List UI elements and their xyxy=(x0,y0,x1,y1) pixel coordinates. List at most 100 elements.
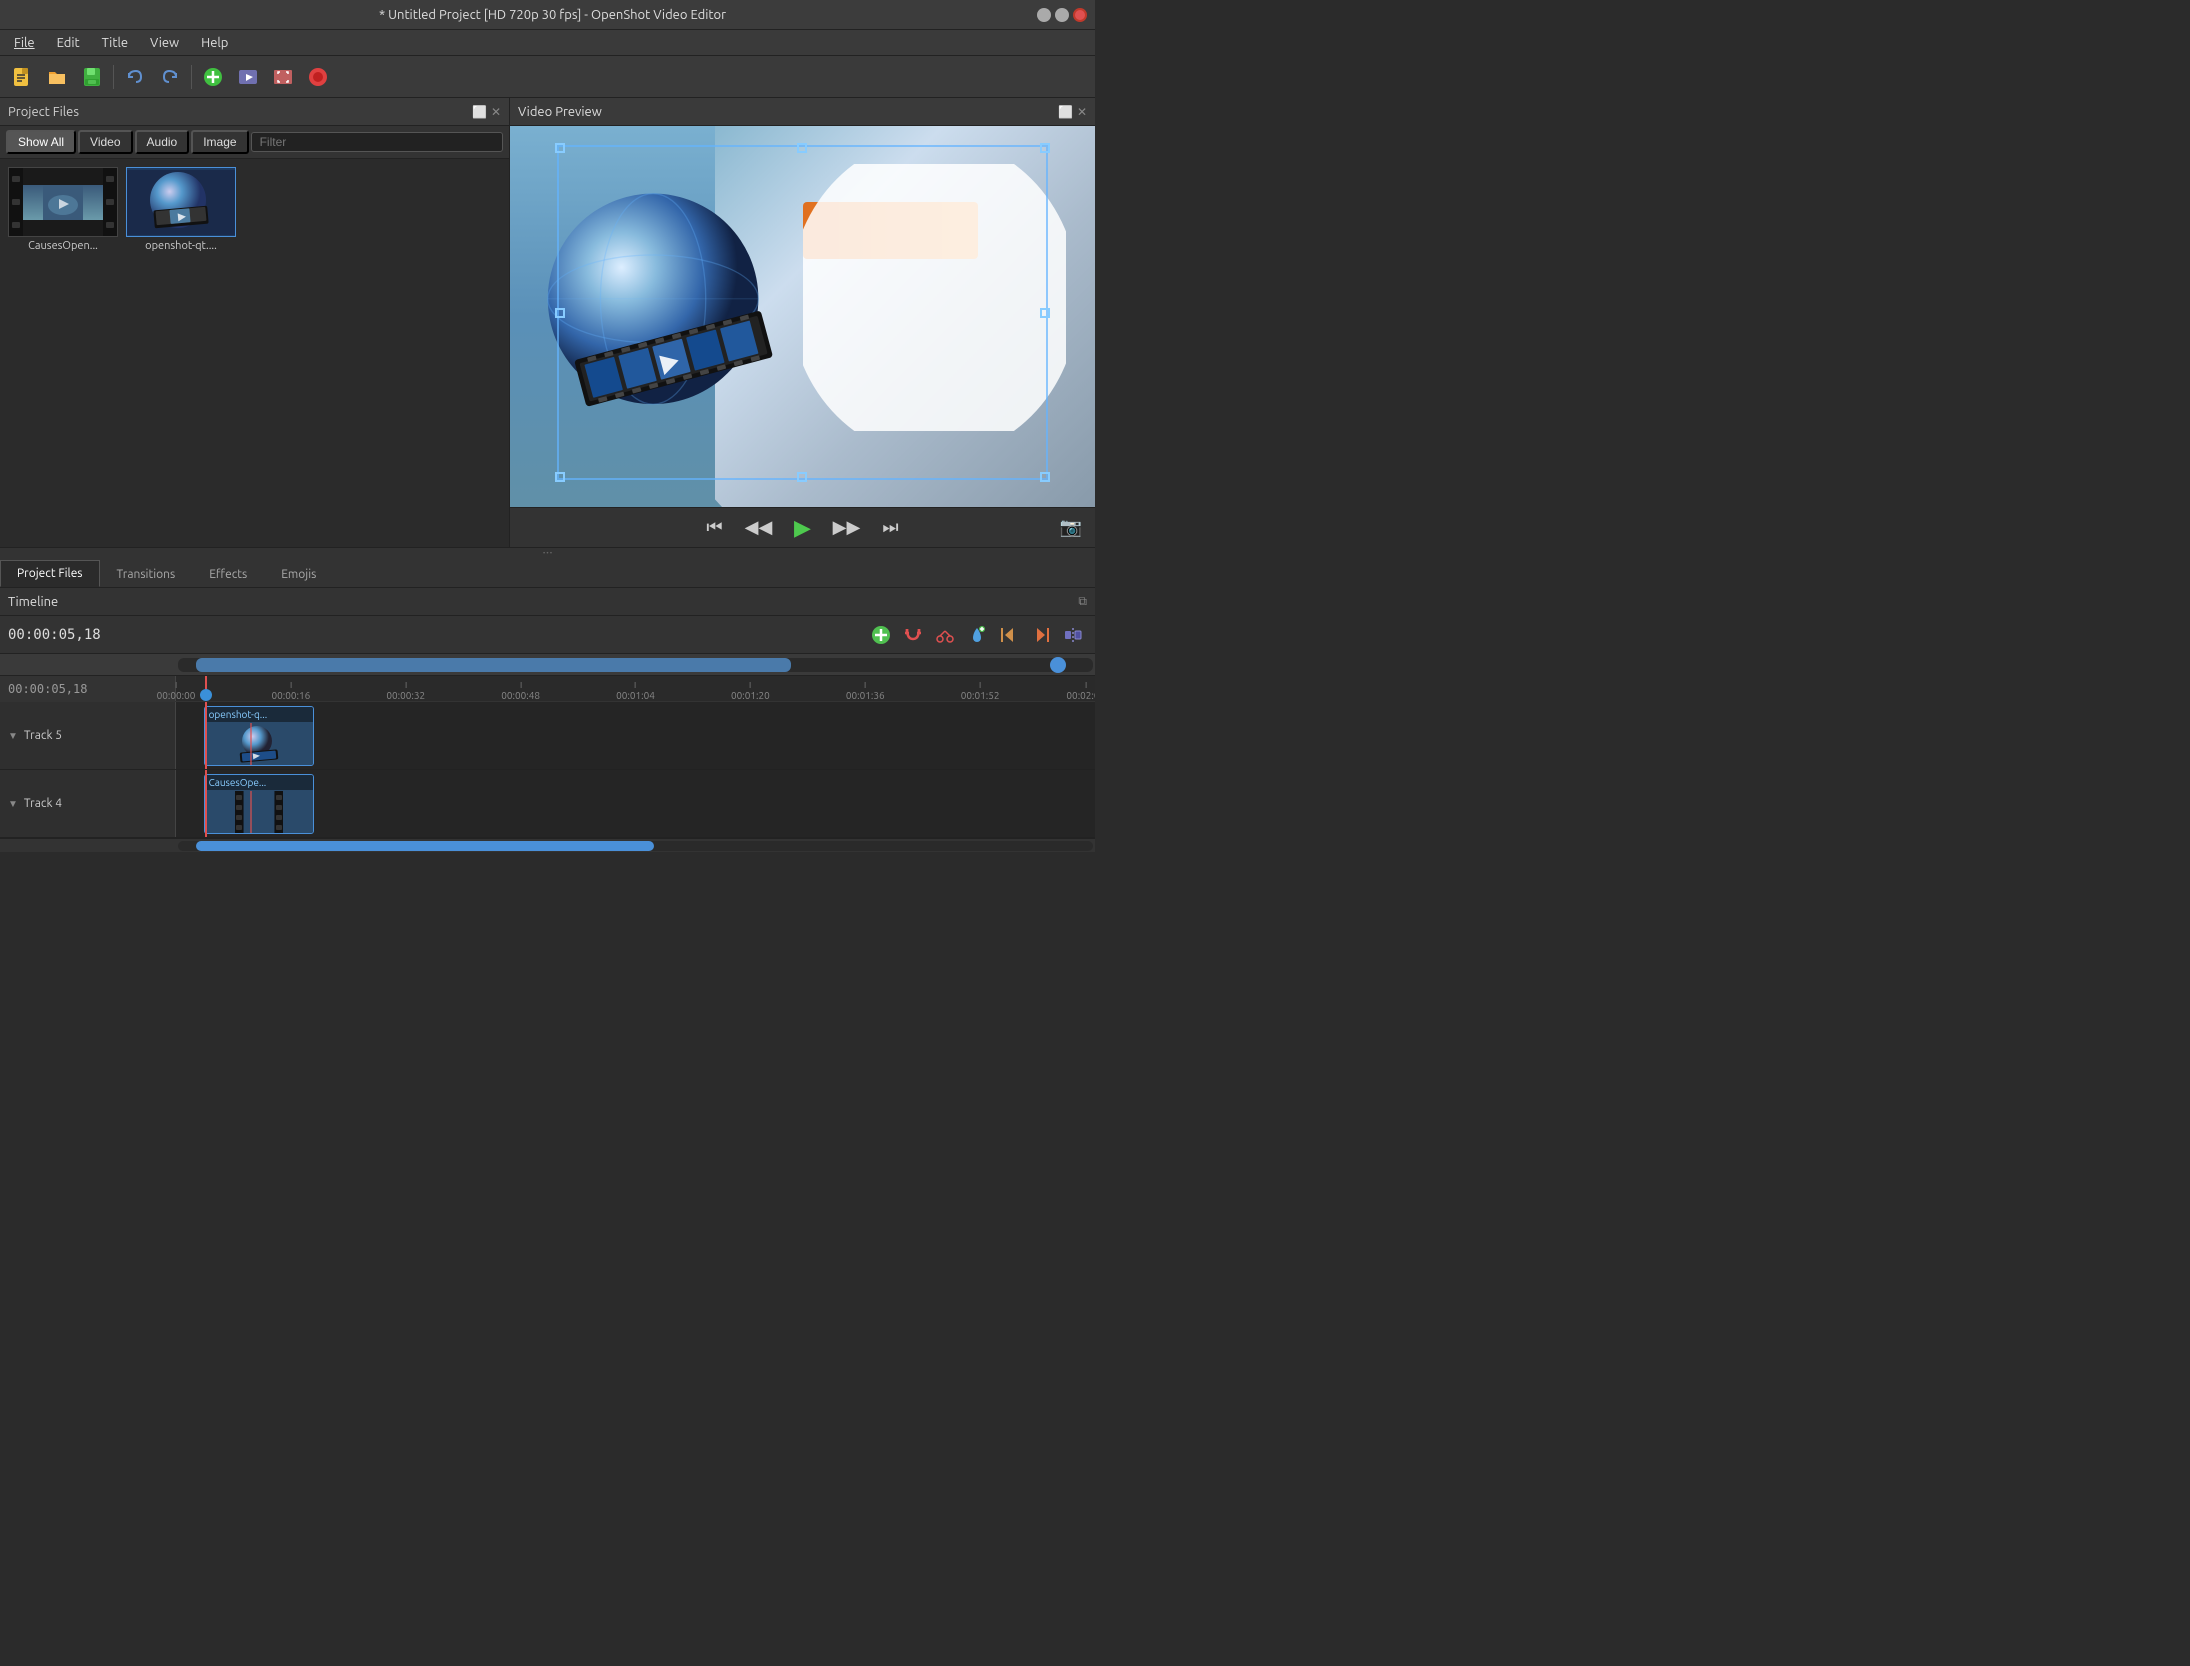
filter-image[interactable]: Image xyxy=(191,130,248,154)
project-files-expand-icon[interactable]: ⬜ xyxy=(472,105,487,119)
bottom-scroll-track[interactable] xyxy=(178,841,1093,851)
clip-label: openshot-q... xyxy=(205,707,313,722)
timeline-scroll-bar xyxy=(0,654,1095,676)
timeline-ruler: 00:00:05,18 00:00:00 00:00:16 00:00:32 0… xyxy=(0,676,1095,702)
bottom-scroll-thumb[interactable] xyxy=(196,841,654,851)
menu-edit[interactable]: Edit xyxy=(47,34,90,52)
record-button[interactable] xyxy=(302,61,334,93)
menu-help[interactable]: Help xyxy=(191,34,238,52)
ruler-playhead xyxy=(205,676,207,701)
tab-emojis[interactable]: Emojis xyxy=(264,561,333,587)
undo-button[interactable] xyxy=(119,61,151,93)
redo-button[interactable] xyxy=(154,61,186,93)
track-5-chevron[interactable]: ▼ xyxy=(8,730,18,742)
add-track-button[interactable] xyxy=(867,621,895,649)
menu-file[interactable]: File xyxy=(4,34,45,52)
track-5-content[interactable]: openshot-q... xyxy=(176,702,1095,769)
track-5: ▼ Track 5 openshot-q... xyxy=(0,702,1095,770)
file-thumbnail-selected xyxy=(126,167,236,237)
timeline-tracks: ▼ Track 5 openshot-q... xyxy=(0,702,1095,838)
timeline-scroll-thumb[interactable] xyxy=(196,658,791,672)
track-4-header: ▼ Track 4 xyxy=(0,770,176,837)
preview-mode-button[interactable] xyxy=(232,61,264,93)
track-5-label: Track 5 xyxy=(24,729,62,742)
open-button[interactable] xyxy=(41,61,73,93)
cut-button[interactable] xyxy=(931,621,959,649)
skip-to-start-button[interactable]: ⏮ xyxy=(699,512,731,544)
project-files-panel: Project Files ⬜ ✕ Show All Video Audio I… xyxy=(0,98,510,547)
file-item[interactable]: openshot-qt.... xyxy=(126,167,236,252)
play-button[interactable]: ▶ xyxy=(787,512,819,544)
project-files-title: Project Files xyxy=(8,105,79,119)
preview-expand-icon[interactable]: ⬜ xyxy=(1058,105,1073,119)
timeline-scroll-track[interactable] xyxy=(178,658,1093,672)
close-button[interactable] xyxy=(1073,8,1087,22)
ruler-mark-4: 00:01:04 xyxy=(616,682,655,701)
filmstrip-right xyxy=(103,168,117,236)
tab-effects[interactable]: Effects xyxy=(192,561,264,587)
menubar: File Edit Title View Help xyxy=(0,30,1095,56)
track-4-content[interactable]: CausesOpe... xyxy=(176,770,1095,837)
import-button[interactable] xyxy=(197,61,229,93)
toolbar-separator-1 xyxy=(113,65,114,89)
clip-label-2: CausesOpe... xyxy=(205,775,313,790)
timeline-timestamp: 00:00:05,18 xyxy=(8,627,101,643)
preview-screen xyxy=(510,126,1095,507)
timeline-bottom-scrollbar xyxy=(0,838,1095,852)
timeline-title: Timeline xyxy=(8,595,58,609)
filter-audio[interactable]: Audio xyxy=(135,130,190,154)
file-item[interactable]: CausesOpen... xyxy=(8,167,118,252)
new-button[interactable] xyxy=(6,61,38,93)
fast-forward-button[interactable]: ▶▶ xyxy=(831,512,863,544)
minimize-button[interactable] xyxy=(1037,8,1051,22)
magnet-button[interactable] xyxy=(899,621,927,649)
save-button[interactable] xyxy=(76,61,108,93)
project-files-close-icon[interactable]: ✕ xyxy=(491,105,501,119)
fullscreen-button[interactable] xyxy=(267,61,299,93)
tab-transitions[interactable]: Transitions xyxy=(100,561,193,587)
titlebar: * Untitled Project [HD 720p 30 fps] - Op… xyxy=(0,0,1095,30)
track-5-clip[interactable]: openshot-q... xyxy=(204,706,314,766)
filmstrip-hole xyxy=(106,199,114,205)
filmstrip-hole xyxy=(12,199,20,205)
skip-to-end-button[interactable]: ⏭ xyxy=(875,512,907,544)
track-4-clip[interactable]: CausesOpe... xyxy=(204,774,314,834)
ruler-mark-2: 00:00:32 xyxy=(386,682,425,701)
align-left-button[interactable] xyxy=(995,621,1023,649)
rewind-button[interactable]: ◀◀ xyxy=(743,512,775,544)
file-name: CausesOpen... xyxy=(28,240,98,252)
clip-thumbnail xyxy=(205,722,313,765)
clip-thumbnail-2 xyxy=(205,790,313,833)
file-filter-bar: Show All Video Audio Image xyxy=(0,126,509,159)
maximize-button[interactable] xyxy=(1055,8,1069,22)
menu-title[interactable]: Title xyxy=(92,34,138,52)
water-drop-button[interactable] xyxy=(963,621,991,649)
align-right-button[interactable] xyxy=(1027,621,1055,649)
file-grid: CausesOpen... xyxy=(0,159,509,547)
track-4-chevron[interactable]: ▼ xyxy=(8,798,18,810)
track-4: ▼ Track 4 CausesOpe... xyxy=(0,770,1095,838)
preview-close-icon[interactable]: ✕ xyxy=(1077,105,1087,119)
center-clips-button[interactable] xyxy=(1059,621,1087,649)
ruler-timestamp: 00:00:05,18 xyxy=(8,682,87,696)
timeline-content: 00:00:05,18 00:00:00 00:00:16 00:00:32 0… xyxy=(0,676,1095,852)
ruler-marks: 00:00:00 00:00:16 00:00:32 00:00:48 00:0… xyxy=(176,676,1095,701)
timeline-snap-icon: ⧉ xyxy=(1078,595,1087,609)
filter-show-all[interactable]: Show All xyxy=(6,130,76,154)
tab-project-files[interactable]: Project Files xyxy=(0,560,100,587)
file-name-selected: openshot-qt.... xyxy=(145,240,217,252)
timeline-scroll-dot[interactable] xyxy=(1050,657,1066,673)
vertical-drag-handle[interactable] xyxy=(0,548,1095,556)
timeline-header: Timeline ⧉ xyxy=(0,588,1095,616)
filter-video[interactable]: Video xyxy=(78,130,132,154)
preview-controls-wrapper: ⏮ ◀◀ ▶ ▶▶ ⏭ 📷 xyxy=(510,507,1095,547)
toolbar-separator-2 xyxy=(191,65,192,89)
main-top-area: Project Files ⬜ ✕ Show All Video Audio I… xyxy=(0,98,1095,548)
menu-view[interactable]: View xyxy=(140,34,189,52)
playhead-marker[interactable] xyxy=(200,689,212,701)
screenshot-button[interactable]: 📷 xyxy=(1055,512,1087,544)
ruler-mark-6: 00:01:36 xyxy=(846,682,885,701)
filter-input[interactable] xyxy=(251,132,503,152)
filmstrip-hole xyxy=(106,176,114,182)
ruler-mark-1: 00:00:16 xyxy=(271,682,310,701)
